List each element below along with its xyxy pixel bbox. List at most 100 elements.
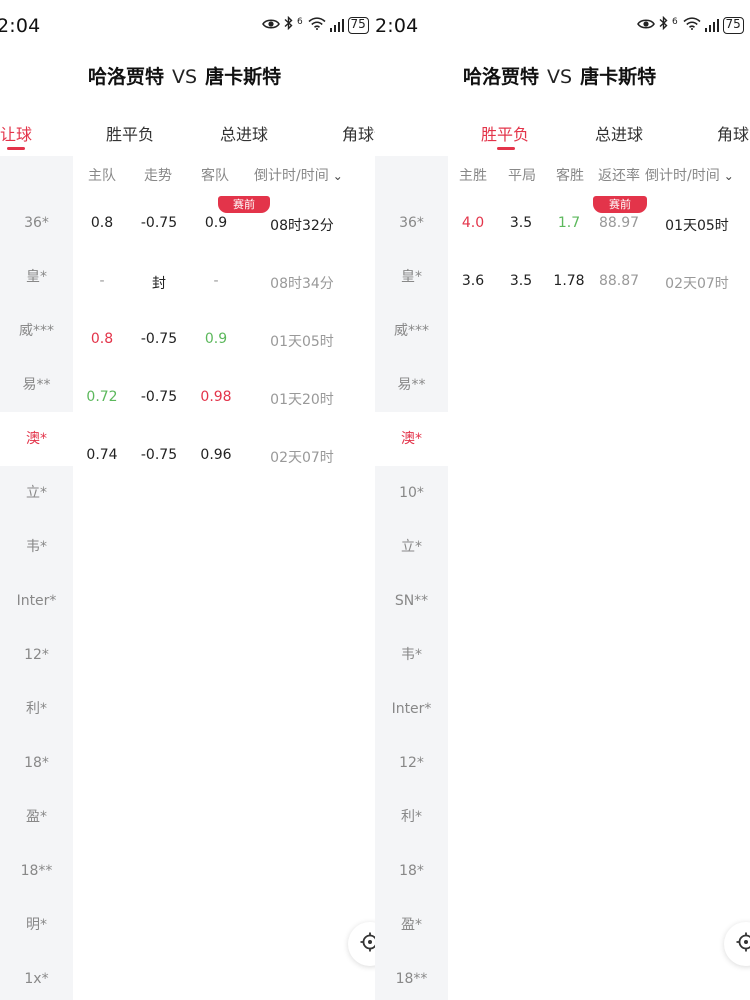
column-header: 主胜 — [459, 168, 487, 184]
home-team: 哈洛贾特 — [463, 66, 540, 88]
kickoff-time: 02天07时 — [270, 450, 334, 466]
locate-button[interactable] — [724, 922, 750, 966]
tab-handicap[interactable]: 让球 — [0, 121, 32, 145]
sidebar-item[interactable]: 威*** — [375, 304, 448, 358]
sidebar-item[interactable]: 威*** — [0, 304, 73, 358]
away-odds: 0.9 — [204, 331, 228, 347]
sidebar-item[interactable]: 利* — [0, 682, 73, 736]
sidebar-item[interactable]: 皇* — [375, 250, 448, 304]
screen: 2:04 6 75 哈洛贾特 VS 唐卡斯特 让球 胜平负 总进球 角球 36*… — [0, 0, 750, 1000]
home-odds: 0.72 — [86, 389, 118, 405]
sort-chevron-icon[interactable]: ⌄ — [724, 169, 734, 183]
away-team: 唐卡斯特 — [205, 66, 282, 88]
tab-underline — [497, 147, 515, 150]
sidebar-item[interactable]: 韦* — [375, 628, 448, 682]
pre-match-badge: 赛前 — [593, 196, 647, 213]
trend-value: 封 — [152, 276, 166, 292]
kickoff-time: 08时34分 — [270, 276, 334, 292]
vs-label: VS — [172, 66, 198, 88]
column-header-time[interactable]: 倒计时/时间 ⌄ — [254, 165, 343, 185]
return-rate: 88.97 — [598, 215, 640, 231]
sidebar-item[interactable]: 18* — [375, 844, 448, 898]
bookmaker-sidebar: 36* 皇* 威*** 易** 澳* 立* 韦* Inter* 12* 利* 1… — [0, 156, 73, 1000]
column-header: 返还率 — [598, 168, 640, 184]
status-time: 2:04 — [375, 15, 419, 37]
home-odds: 0.74 — [86, 447, 118, 463]
status-bar: 2:04 6 75 — [0, 0, 375, 52]
sidebar-item[interactable]: 易** — [375, 358, 448, 412]
away-win-odds: 1.7 — [557, 215, 581, 231]
network-label: 6 — [672, 17, 678, 27]
tab-win-draw-lose[interactable]: 胜平负 — [481, 121, 529, 145]
tab-total-goals[interactable]: 总进球 — [595, 121, 643, 145]
tab-corner[interactable]: 角球 — [717, 121, 749, 145]
left-panel: 2:04 6 75 哈洛贾特 VS 唐卡斯特 让球 胜平负 总进球 角球 36*… — [0, 0, 375, 1000]
sidebar-item[interactable]: 18** — [0, 844, 73, 898]
trend-value: -0.75 — [140, 389, 178, 405]
sidebar-item[interactable]: 36* — [375, 196, 448, 250]
sidebar-item[interactable]: 明* — [0, 898, 73, 952]
column-header: 客队 — [201, 168, 229, 184]
away-team: 唐卡斯特 — [580, 66, 657, 88]
sidebar-item[interactable]: Inter* — [0, 574, 73, 628]
sidebar-item[interactable]: 18* — [0, 736, 73, 790]
sidebar-item[interactable]: 盈* — [375, 898, 448, 952]
sidebar-item-active[interactable]: 澳* — [375, 412, 448, 466]
kickoff-time: 08时32分 — [270, 218, 334, 234]
eye-icon — [637, 16, 655, 34]
column-header-time[interactable]: 倒计时/时间 ⌄ — [645, 165, 734, 185]
sidebar-item[interactable]: 易** — [0, 358, 73, 412]
tab-corner-handicap[interactable]: 角球让球 — [342, 121, 375, 145]
return-rate: 88.87 — [598, 273, 640, 289]
sidebar-item[interactable]: 12* — [0, 628, 73, 682]
status-icons: 6 75 — [262, 15, 369, 34]
home-odds: - — [99, 273, 105, 289]
signal-icon — [329, 18, 344, 32]
sidebar-item[interactable]: 18** — [375, 952, 448, 1000]
sidebar-item[interactable]: 利* — [375, 790, 448, 844]
right-panel: 2:04 6 75 哈洛贾特 VS 唐卡斯特 胜平负 总进球 角球 36* 皇*… — [375, 0, 750, 1000]
draw-odds: 3.5 — [509, 273, 533, 289]
sidebar-item[interactable]: 10* — [375, 466, 448, 520]
away-odds: 0.9 — [204, 215, 228, 231]
column-header: 平局 — [508, 168, 536, 184]
bluetooth-icon — [659, 15, 668, 34]
home-odds: 0.8 — [90, 331, 114, 347]
sidebar-item[interactable]: 韦* — [0, 520, 73, 574]
tab-win-draw-lose[interactable]: 胜平负 — [106, 121, 154, 145]
bluetooth-icon — [284, 15, 293, 34]
tab-total-goals[interactable]: 总进球 — [220, 121, 268, 145]
battery-icon: 75 — [347, 16, 369, 34]
sort-chevron-icon[interactable]: ⌄ — [333, 169, 343, 183]
match-title: 哈洛贾特 VS 唐卡斯特 — [88, 62, 281, 89]
sidebar-item[interactable]: 36* — [0, 196, 73, 250]
kickoff-time: 01天05时 — [665, 218, 729, 234]
sidebar-item[interactable]: 皇* — [0, 250, 73, 304]
column-header: 客胜 — [556, 168, 584, 184]
sidebar-item[interactable]: 立* — [375, 520, 448, 574]
sidebar-item[interactable]: 1x* — [0, 952, 73, 1000]
tab-underline — [7, 147, 25, 150]
status-bar: 2:04 6 75 — [375, 0, 750, 52]
network-label: 6 — [297, 17, 303, 27]
kickoff-time: 01天05时 — [270, 334, 334, 350]
sidebar-item[interactable]: Inter* — [375, 682, 448, 736]
sidebar-item-active[interactable]: 澳* — [0, 412, 73, 466]
wifi-icon: 6 — [672, 16, 701, 34]
status-time: 2:04 — [0, 15, 41, 37]
kickoff-time: 02天07时 — [665, 276, 729, 292]
locate-icon — [360, 932, 375, 956]
away-odds: 0.96 — [200, 447, 232, 463]
away-win-odds: 1.78 — [553, 273, 585, 289]
eye-icon — [262, 16, 280, 34]
away-odds: 0.98 — [200, 389, 232, 405]
column-header-time-label: 倒计时/时间 — [254, 168, 329, 184]
locate-button[interactable] — [348, 922, 375, 966]
locate-icon — [736, 932, 750, 956]
sidebar-item[interactable]: 12* — [375, 736, 448, 790]
sidebar-item[interactable]: SN** — [375, 574, 448, 628]
sidebar-item[interactable]: 盈* — [0, 790, 73, 844]
sidebar-item[interactable]: 立* — [0, 466, 73, 520]
status-icons: 6 75 — [637, 15, 744, 34]
column-header: 主队 — [88, 168, 116, 184]
